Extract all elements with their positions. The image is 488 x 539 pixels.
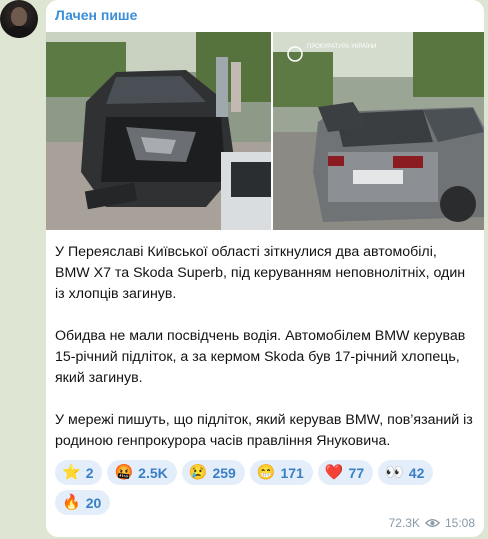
message-bubble: Лачен пише ПРОКУРАТУРА УКРАЇНИ У Переясл…: [46, 0, 484, 537]
reaction-star[interactable]: ⭐ 2: [55, 460, 103, 485]
heart-icon: ❤️: [324, 464, 344, 481]
message-paragraph: Обидва не мали посвідчень водія. Автомоб…: [55, 328, 466, 386]
reaction-grinning[interactable]: 😁 171: [249, 460, 313, 485]
reaction-count: 77: [348, 464, 365, 481]
reaction-count: 2.5K: [138, 464, 168, 481]
watermark-text: ПРОКУРАТУРА УКРАЇНИ: [307, 43, 376, 50]
photo-crashed-skoda[interactable]: ПРОКУРАТУРА УКРАЇНИ: [273, 32, 484, 230]
reaction-count: 20: [85, 494, 102, 511]
reaction-count: 2: [85, 464, 94, 481]
reaction-count: 42: [408, 464, 425, 481]
message-meta: 72.3K 15:08: [389, 516, 475, 530]
reaction-angry[interactable]: 🤬 2.5K: [107, 460, 177, 485]
avatar-face: [11, 7, 27, 26]
message-text: У Переяславі Київської області зіткнулис…: [55, 242, 475, 452]
angry-face-icon: 🤬: [114, 464, 134, 481]
crying-face-icon: 😢: [188, 464, 208, 481]
photo-crashed-bmw[interactable]: [46, 32, 271, 230]
reactions-bar: ⭐ 2 🤬 2.5K 😢 259 😁 171 ❤️ 77 👀 42 🔥 20: [55, 460, 475, 515]
reaction-fire[interactable]: 🔥 20: [55, 490, 111, 515]
eye-icon: [424, 519, 440, 527]
channel-avatar[interactable]: [0, 0, 38, 38]
star-icon: ⭐: [62, 464, 81, 481]
avatar-body: [4, 26, 34, 38]
reaction-heart[interactable]: ❤️ 77: [317, 460, 374, 485]
message-paragraph: У мережі пишуть, що підліток, який керув…: [55, 412, 473, 449]
message-paragraph: У Переяславі Київської області зіткнулис…: [55, 244, 466, 302]
reaction-eyes[interactable]: 👀 42: [378, 460, 434, 485]
message-time: 15:08: [444, 516, 475, 530]
grinning-face-icon: 😁: [256, 464, 276, 481]
reaction-count: 259: [212, 464, 236, 481]
reaction-crying[interactable]: 😢 259: [181, 460, 245, 485]
eyes-icon: 👀: [385, 464, 404, 481]
fire-icon: 🔥: [62, 494, 81, 511]
channel-name[interactable]: Лачен пише: [55, 7, 137, 23]
view-count: 72.3K: [388, 516, 420, 530]
reaction-count: 171: [280, 464, 304, 481]
